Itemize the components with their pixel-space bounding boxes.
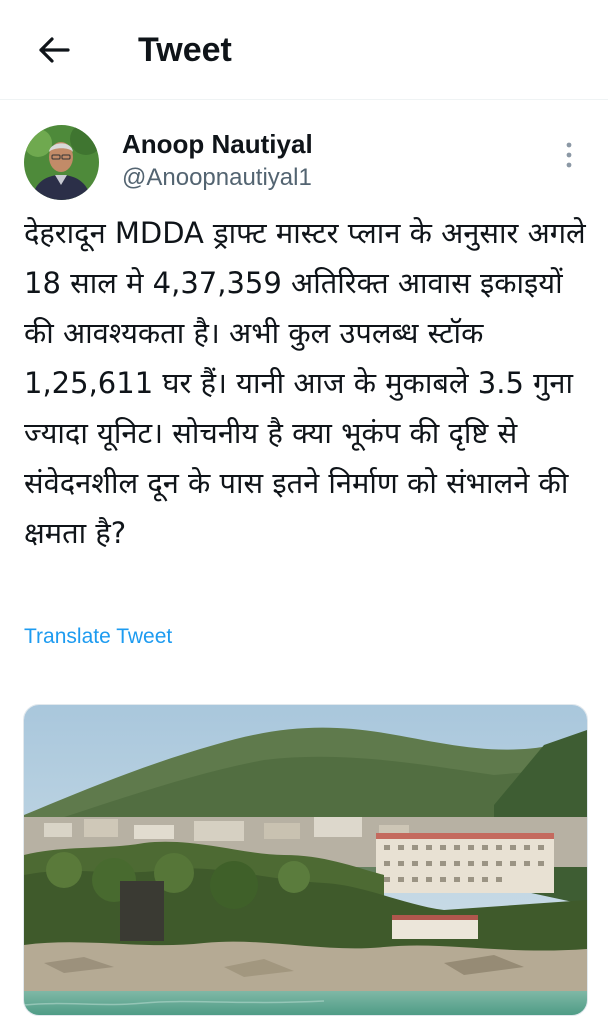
back-button[interactable] bbox=[34, 30, 74, 70]
more-options-button[interactable] bbox=[554, 138, 584, 172]
author-handle[interactable]: @Anoopnautiyal1 bbox=[122, 163, 312, 193]
translate-tweet-link[interactable]: Translate Tweet bbox=[24, 622, 172, 652]
author-name[interactable]: Anoop Nautiyal bbox=[122, 128, 313, 160]
arrow-left-icon bbox=[39, 37, 70, 63]
top-bar: Tweet bbox=[0, 0, 608, 100]
page-title: Tweet bbox=[138, 31, 232, 69]
avatar[interactable] bbox=[24, 125, 99, 200]
tweet-text: देहरादून MDDA ड्राफ्ट मास्टर प्लान के अन… bbox=[24, 216, 586, 550]
landscape-photo bbox=[24, 705, 587, 1015]
more-vertical-icon bbox=[566, 142, 572, 168]
tweet-photo[interactable] bbox=[23, 704, 588, 1016]
